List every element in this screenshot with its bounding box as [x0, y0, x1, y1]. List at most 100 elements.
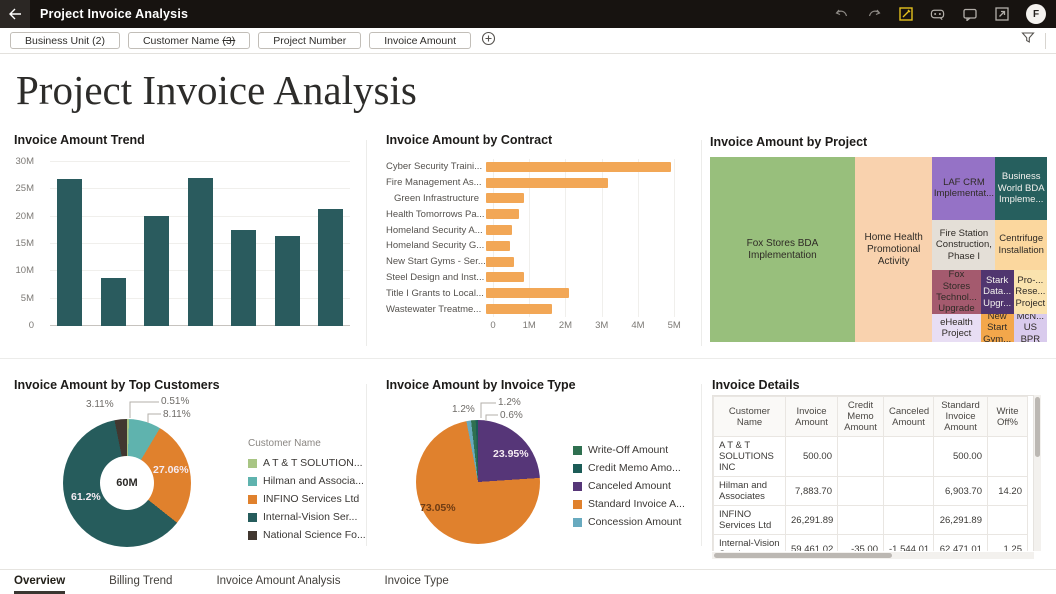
filter-chip[interactable]: Business Unit (2): [10, 32, 120, 49]
x-axis-label: 1M: [523, 320, 536, 331]
chip-strike-count: (3): [222, 35, 235, 47]
treemap-column: Home Health Promotional Activity: [855, 157, 933, 342]
table-cell: -1,544.01: [884, 535, 934, 552]
treemap-cell[interactable]: Fire Station Construction, Phase I: [932, 220, 995, 270]
bar-chart-plot: 30M25M20M15M10M5M0: [14, 161, 350, 327]
col-divider: [366, 140, 367, 346]
vertical-scrollbar[interactable]: [1034, 395, 1041, 551]
undo-icon[interactable]: [834, 7, 849, 22]
table-row[interactable]: INFINO Services Ltd26,291.8926,291.89: [714, 506, 1028, 535]
add-filter-button[interactable]: [481, 31, 496, 51]
data-label: 0.51%: [161, 396, 189, 407]
treemap-cell[interactable]: eHealth Project: [932, 314, 980, 342]
redo-icon[interactable]: [866, 7, 881, 22]
legend-swatch: [573, 482, 582, 491]
bar-track: [486, 304, 676, 314]
legend-item[interactable]: Standard Invoice A...: [573, 498, 685, 510]
legend-item[interactable]: Hilman and Associa...: [248, 475, 366, 487]
table-header-row: Customer NameInvoice AmountCredit Memo A…: [714, 397, 1028, 437]
legend-label: Concession Amount: [588, 516, 681, 528]
category-label: Title I Grants to Local...: [386, 288, 486, 299]
treemap-cell[interactable]: Pro-... Rese... Project: [1014, 270, 1047, 314]
legend-item[interactable]: INFINO Services Ltd: [248, 493, 366, 505]
filter-icon[interactable]: [1021, 31, 1035, 50]
bar[interactable]: [486, 257, 514, 267]
bar[interactable]: [486, 225, 512, 235]
chart-invoice-amount-by-contract: Invoice Amount by Contract Cyber Securit…: [386, 133, 686, 349]
table-cell: [988, 437, 1028, 477]
invoice-details-panel: Invoice Details Customer NameInvoice Amo…: [712, 378, 1047, 560]
bar[interactable]: [486, 178, 608, 188]
bar[interactable]: [486, 304, 552, 314]
app-header: Project Invoice Analysis F: [0, 0, 1056, 28]
treemap-cell[interactable]: LAF CRM Implementat...: [932, 157, 995, 220]
table-cell: 26,291.89: [934, 506, 988, 535]
treemap-cell[interactable]: Stark Data... Upgr...: [981, 270, 1014, 314]
chart-invoice-amount-trend: Invoice Amount Trend 30M25M20M15M10M5M0: [14, 133, 356, 349]
legend-item[interactable]: A T & T SOLUTION...: [248, 457, 366, 469]
treemap-cell[interactable]: McN... US BPR: [1014, 314, 1047, 342]
bar[interactable]: [144, 216, 169, 326]
legend-item[interactable]: Concession Amount: [573, 516, 685, 528]
bar[interactable]: [486, 162, 671, 172]
filter-chip[interactable]: Customer Name(3): [128, 32, 250, 49]
bar[interactable]: [57, 179, 82, 326]
column-header: Invoice Amount: [786, 397, 838, 437]
bar[interactable]: [231, 230, 256, 326]
category-label: Homeland Security G...: [386, 240, 486, 251]
bar[interactable]: [486, 272, 524, 282]
data-label: 23.95%: [493, 448, 529, 460]
pie-circle[interactable]: [416, 420, 540, 544]
bar[interactable]: [486, 288, 569, 298]
legend-item[interactable]: Write-Off Amount: [573, 444, 685, 456]
bar[interactable]: [486, 209, 519, 219]
tab-overview[interactable]: Overview: [14, 570, 65, 594]
open-window-icon[interactable]: [994, 7, 1009, 22]
data-label: 61.2%: [71, 491, 101, 503]
bar[interactable]: [101, 278, 126, 326]
bar-track: [486, 272, 676, 282]
assistant-icon[interactable]: [930, 7, 945, 22]
tab-invoice-type[interactable]: Invoice Type: [384, 570, 448, 594]
edit-icon[interactable]: [898, 7, 913, 22]
legend-swatch: [573, 464, 582, 473]
table-row[interactable]: A T & T SOLUTIONS INC500.00500.00: [714, 437, 1028, 477]
bar[interactable]: [486, 241, 510, 251]
filter-chip[interactable]: Project Number: [258, 32, 361, 49]
bar[interactable]: [318, 209, 343, 326]
legend-swatch: [573, 446, 582, 455]
back-button[interactable]: [0, 0, 30, 28]
legend-label: INFINO Services Ltd: [263, 493, 359, 505]
comment-icon[interactable]: [962, 7, 977, 22]
table-cell: A T & T SOLUTIONS INC: [714, 437, 786, 477]
treemap-cell[interactable]: Fox Stores Technol... Upgrade: [932, 270, 980, 314]
legend: Customer NameA T & T SOLUTION...Hilman a…: [248, 438, 366, 547]
horizontal-scrollbar[interactable]: [712, 552, 1034, 559]
filter-chip[interactable]: Invoice Amount: [369, 32, 471, 49]
table-title: Invoice Details: [712, 378, 1047, 392]
legend-item[interactable]: Credit Memo Amo...: [573, 462, 685, 474]
avatar[interactable]: F: [1026, 4, 1046, 24]
bar[interactable]: [188, 178, 213, 327]
column-header: Customer Name: [714, 397, 786, 437]
treemap-cell[interactable]: Business World BDA Impleme...: [995, 157, 1047, 220]
tab-invoice-amount-analysis[interactable]: Invoice Amount Analysis: [216, 570, 340, 594]
x-axis-label: 4M: [631, 320, 644, 331]
treemap-cell[interactable]: Fox Stores BDA Implementation: [710, 157, 855, 342]
treemap-cell[interactable]: Centrifuge Installation: [995, 220, 1047, 270]
column-header: Credit Memo Amount: [838, 397, 884, 437]
treemap-cell[interactable]: New Start Gym...: [981, 314, 1014, 342]
treemap-cell[interactable]: Home Health Promotional Activity: [855, 157, 933, 342]
bar[interactable]: [275, 236, 300, 326]
legend-item[interactable]: Internal-Vision Ser...: [248, 511, 366, 523]
donut-chart[interactable]: 60M3.11%0.51%8.11%27.06%61.2%: [14, 378, 244, 558]
table-cell: Internal-Vision Services: [714, 535, 786, 552]
bar[interactable]: [486, 193, 524, 203]
bar-track: [486, 178, 676, 188]
table-row[interactable]: Internal-Vision Services59,461.02-35.00-…: [714, 535, 1028, 552]
tab-billing-trend[interactable]: Billing Trend: [109, 570, 172, 594]
legend-item[interactable]: National Science Fo...: [248, 529, 366, 541]
pie-chart[interactable]: 1.2%1.2%0.6%23.95%73.05%: [386, 378, 566, 558]
table-row[interactable]: Hilman and Associates7,883.706,903.7014.…: [714, 477, 1028, 506]
legend-item[interactable]: Canceled Amount: [573, 480, 685, 492]
